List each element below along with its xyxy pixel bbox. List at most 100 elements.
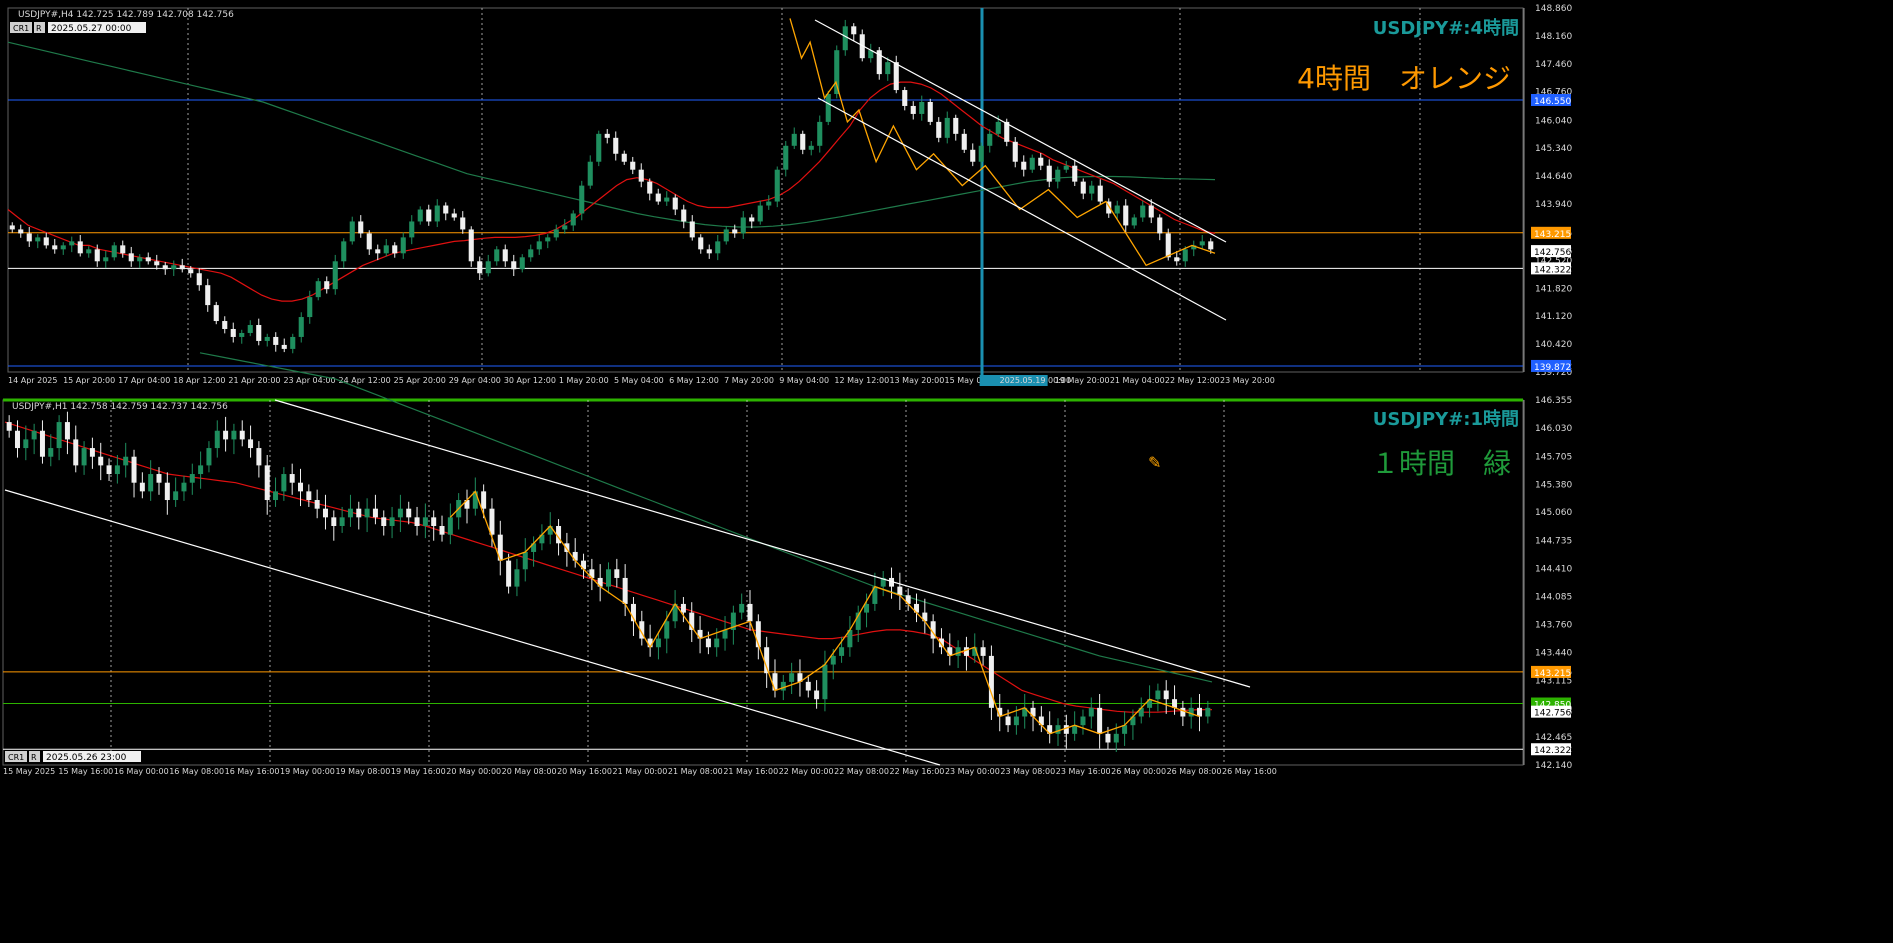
trading-terminal: 148.860 148.160 147.460 146.760 146.040 145.3… (0, 0, 1893, 939)
candle-body (647, 181, 653, 194)
candle-body (289, 474, 295, 483)
candle-body (298, 317, 304, 337)
candle-body (383, 245, 389, 254)
time-tick-label: 20 May 00:00 (446, 767, 501, 776)
candle-body (1199, 241, 1205, 246)
price-label: 143.215 (1534, 230, 1571, 240)
candle-body (955, 647, 961, 656)
candle-body (256, 325, 262, 341)
candle-body (205, 285, 211, 306)
candle-body (621, 153, 627, 162)
time-tick-label: 7 May 20:00 (724, 376, 774, 385)
candle-body (732, 229, 738, 234)
candle-body (14, 430, 20, 449)
candle-body (963, 647, 969, 656)
candle-body (1038, 157, 1044, 166)
candle-body (1165, 233, 1171, 258)
time-tick-label: 13 May 20:00 (889, 376, 944, 385)
candle-body (1163, 690, 1169, 700)
time-tick-label: 14 Apr 2025 (8, 376, 57, 385)
candle-body (156, 474, 162, 483)
r-button-label: R (31, 753, 37, 762)
candle-body (381, 517, 387, 526)
time-tick-label: 22 May 16:00 (890, 767, 945, 776)
candle-body (1113, 733, 1119, 743)
candle-body (1205, 707, 1211, 717)
price-tick-label: 147.460 (1535, 60, 1572, 70)
candle-body (1197, 707, 1203, 717)
symbol-header: USDJPY#,H1 142.758 142.759 142.737 142.7… (12, 402, 228, 412)
candle-body (1089, 185, 1095, 194)
candle-body (247, 325, 253, 333)
time-tick-label: 25 Apr 20:00 (394, 376, 446, 385)
candle-body (468, 229, 474, 262)
candle-body (1180, 707, 1186, 717)
candle-body (223, 430, 229, 440)
candle-body (400, 237, 406, 254)
time-tick-label: 23 May 00:00 (945, 767, 1000, 776)
candle-body (179, 265, 185, 270)
candle-body (606, 569, 611, 587)
candle-body (1055, 725, 1061, 734)
candle-body (805, 681, 811, 691)
candle-body (723, 229, 729, 242)
time-tick-label: 9 May 04:00 (779, 376, 829, 385)
candle-body (358, 221, 364, 234)
candle-body (48, 448, 54, 457)
candle-body (705, 638, 711, 648)
candle-body (722, 629, 728, 639)
candle-body (936, 121, 942, 138)
price-tick-label: 145.705 (1535, 452, 1572, 462)
candle-body (77, 241, 83, 254)
time-tick-label: 5 May 04:00 (614, 376, 664, 385)
candle-body (422, 517, 428, 526)
candle-body (987, 133, 993, 146)
candle-body (123, 456, 129, 466)
cursor-icon[interactable]: ✎ (1148, 453, 1161, 472)
candle-body (322, 508, 328, 518)
candle-body (392, 245, 398, 254)
time-tick-label: 19 May 08:00 (335, 767, 390, 776)
price-tick-label: 145.380 (1535, 480, 1572, 490)
time-tick-label: 23 May 08:00 (1000, 767, 1055, 776)
candle-body (1188, 707, 1194, 717)
candle-body (800, 133, 806, 150)
time-tick-label: 17 Apr 04:00 (118, 376, 170, 385)
candle-body (188, 269, 194, 274)
candle-body (206, 448, 212, 466)
candle-body (789, 673, 795, 682)
candle-body (834, 50, 840, 95)
chart-canvas[interactable]: 148.860148.160147.460146.760146.040145.3… (0, 0, 1893, 939)
candle-body (570, 213, 576, 226)
time-tick-label: 20 May 16:00 (557, 767, 612, 776)
candle-body (173, 491, 179, 501)
candle-body (1105, 733, 1111, 743)
price-tick-label: 145.060 (1535, 508, 1572, 518)
candle-body (622, 577, 628, 604)
candle-body (239, 430, 245, 440)
candle-body (953, 117, 959, 134)
candle-body (494, 249, 500, 262)
time-tick-label: 30 Apr 12:00 (504, 376, 556, 385)
candle-body (655, 193, 661, 202)
candle-body (1097, 185, 1103, 202)
time-tick-label: 20 May 08:00 (502, 767, 557, 776)
candle-body (366, 233, 372, 250)
time-tick-label: 16 May 00:00 (114, 767, 169, 776)
candle-body (489, 508, 495, 535)
candle-body (1072, 165, 1078, 182)
candle-body (94, 249, 100, 262)
candle-body (131, 456, 137, 483)
time-tick-label: 6 May 12:00 (669, 376, 719, 385)
candle-body (842, 26, 848, 51)
candle-body (443, 205, 449, 214)
candle-body (1157, 217, 1163, 234)
candle-body (43, 237, 49, 246)
candle-body (502, 249, 508, 262)
candle-body (825, 94, 831, 122)
candle-body (747, 603, 753, 622)
candle-body (356, 508, 362, 518)
price-tick-label: 143.940 (1535, 200, 1572, 210)
time-tick-label: 22 May 12:00 (1165, 376, 1220, 385)
candle-body (347, 508, 353, 518)
